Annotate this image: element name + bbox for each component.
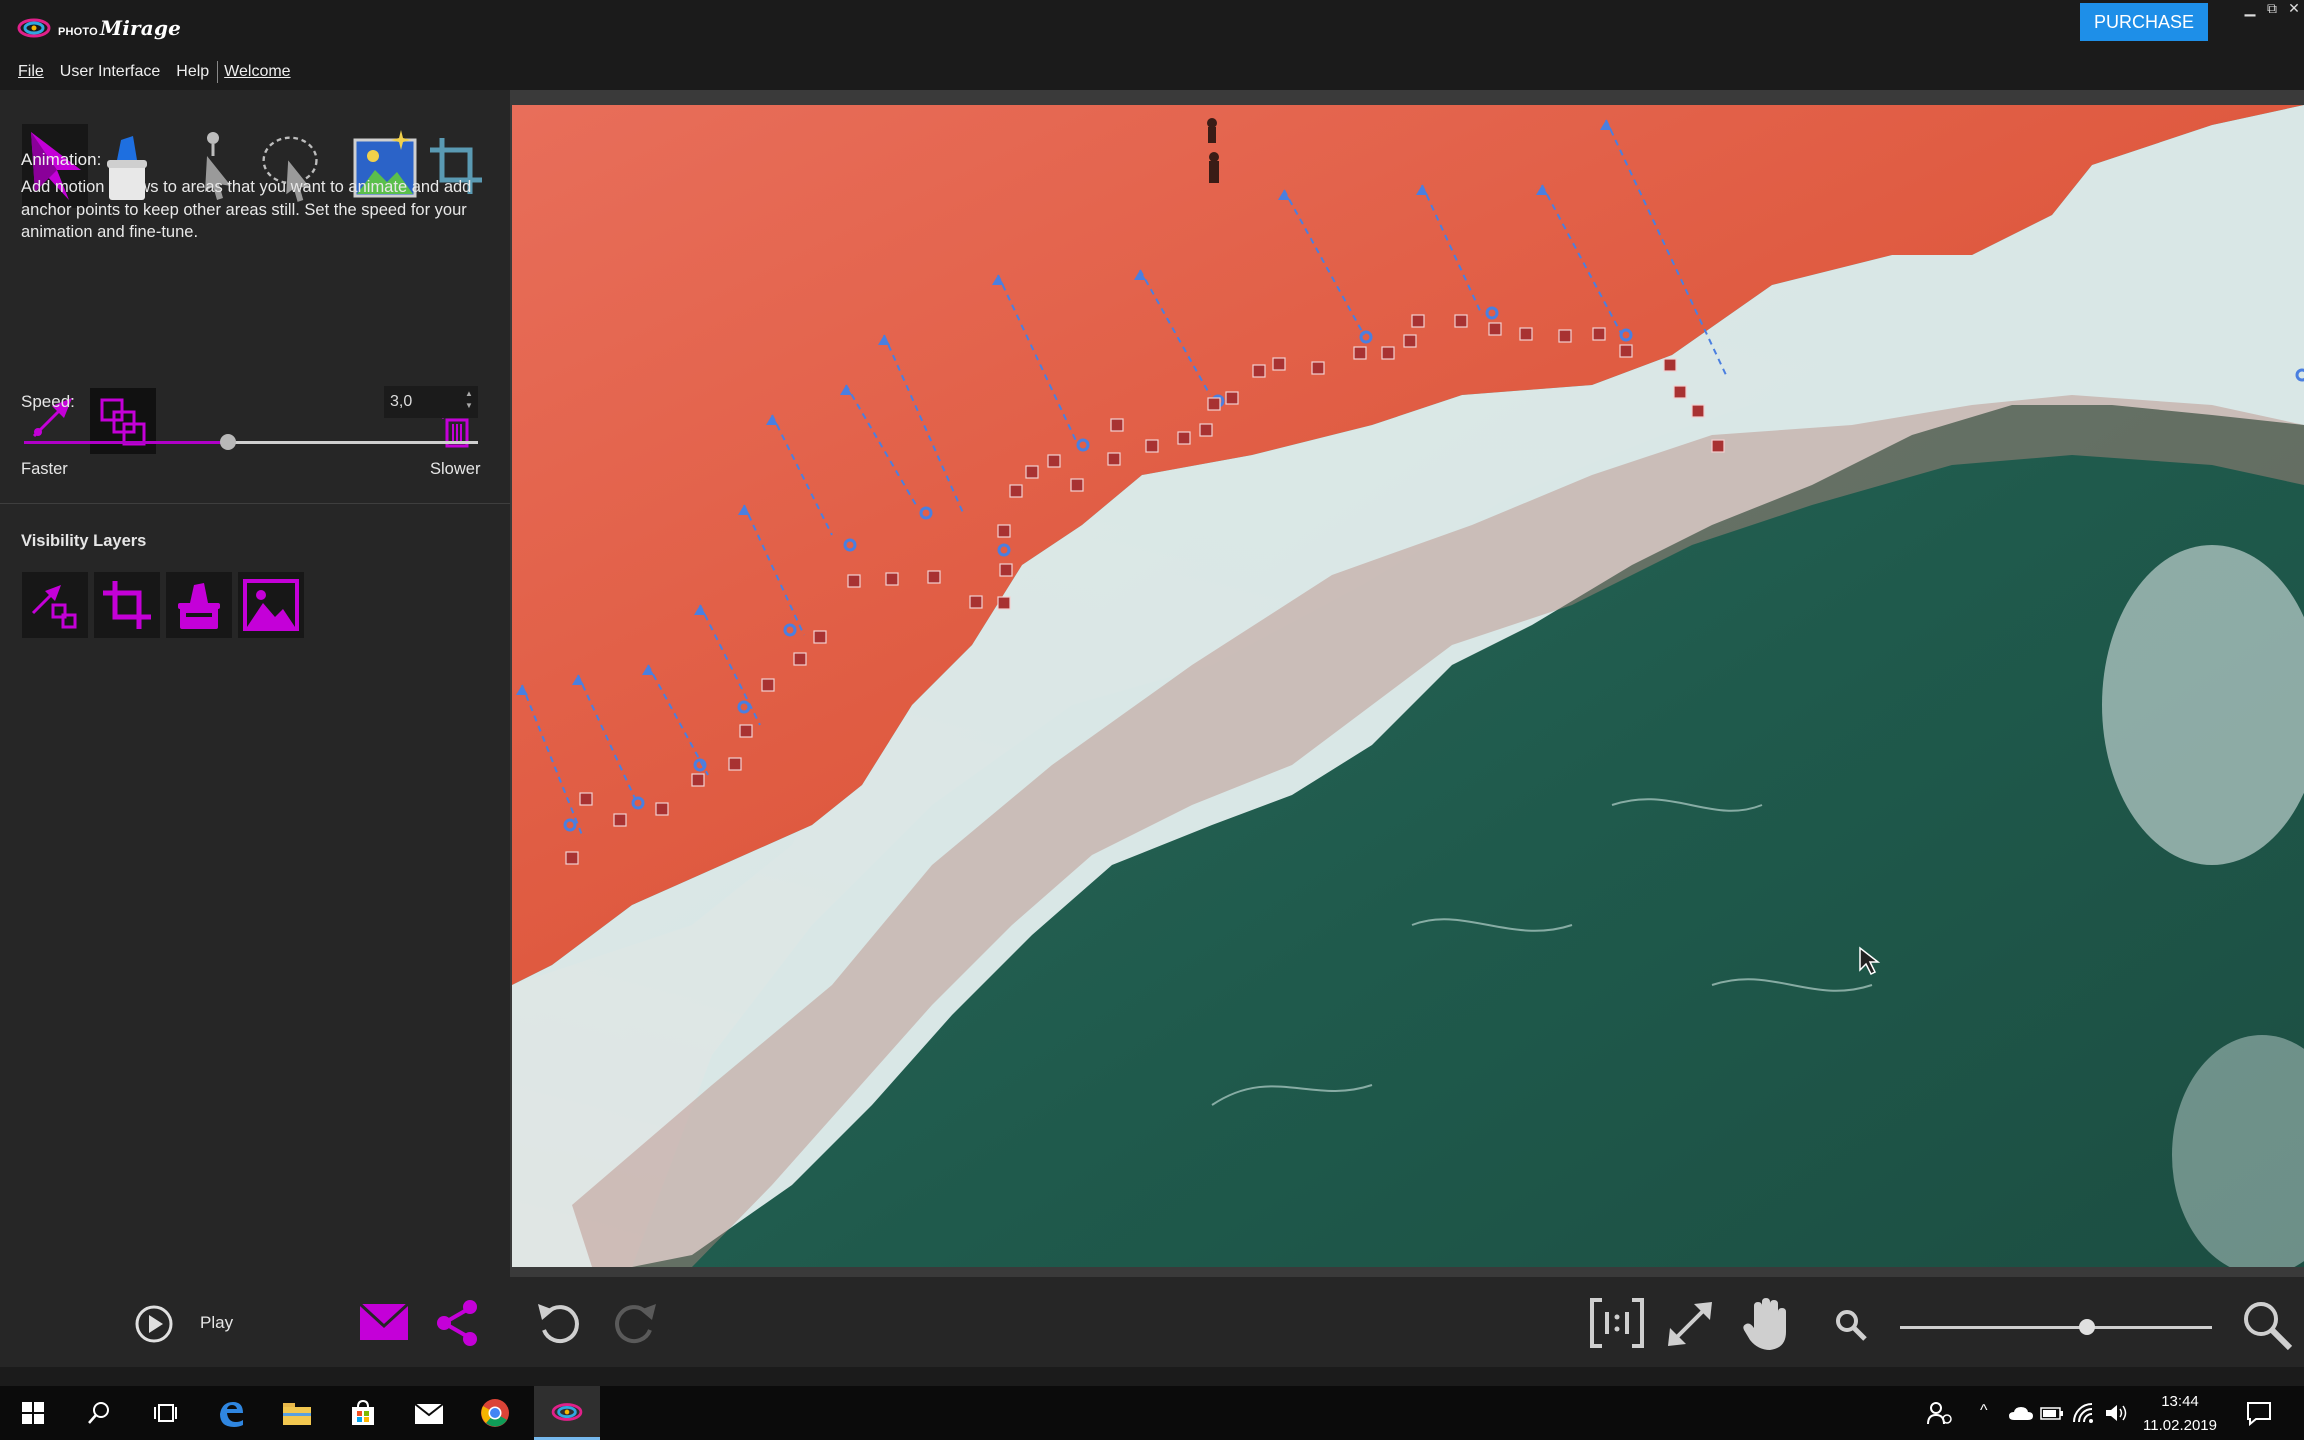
mask-layer-icon bbox=[178, 583, 220, 629]
share-button[interactable] bbox=[434, 1298, 480, 1348]
menu-welcome[interactable]: Welcome bbox=[224, 63, 290, 81]
zoom-in-icon bbox=[2244, 1302, 2293, 1351]
taskbar-clock[interactable]: 13:44 11.02.2019 bbox=[2130, 1390, 2230, 1438]
undo-button[interactable] bbox=[534, 1300, 584, 1346]
mouse-cursor-icon bbox=[1858, 946, 1882, 978]
actual-size-button[interactable] bbox=[1590, 1298, 1644, 1348]
speed-min-label: Faster bbox=[21, 460, 68, 478]
tool-panel bbox=[0, 90, 510, 1367]
play-label[interactable]: Play bbox=[200, 1313, 233, 1333]
people-icon[interactable] bbox=[1926, 1400, 1954, 1426]
close-icon[interactable]: ✕ bbox=[2284, 0, 2304, 16]
photomirage-logo-icon bbox=[17, 18, 51, 38]
menu-bar: File User Interface Help Welcome bbox=[0, 55, 510, 88]
search-icon bbox=[88, 1402, 109, 1424]
menu-user-interface[interactable]: User Interface bbox=[60, 63, 160, 81]
speed-slider-fill bbox=[24, 441, 229, 444]
app-logo: PHOTO Mirage bbox=[16, 12, 181, 44]
fit-to-screen-button[interactable] bbox=[1664, 1298, 1716, 1350]
notifications-icon[interactable] bbox=[2246, 1400, 2272, 1427]
speed-spinner[interactable]: ▲ ▼ bbox=[462, 388, 476, 416]
redo-icon bbox=[615, 1304, 656, 1344]
purchase-button[interactable]: PURCHASE bbox=[2080, 3, 2208, 41]
crop-layer-toggle[interactable] bbox=[94, 572, 160, 638]
bottom-toolbar bbox=[0, 1277, 2304, 1367]
zoom-slider-track[interactable] bbox=[1900, 1326, 2212, 1329]
volume-icon[interactable] bbox=[2104, 1402, 2128, 1424]
zoom-out-icon bbox=[1836, 1310, 1867, 1341]
speed-label: Speed: bbox=[21, 392, 75, 411]
task-view-icon bbox=[154, 1404, 177, 1422]
anchor-points-button[interactable] bbox=[90, 388, 156, 454]
store-icon bbox=[352, 1399, 374, 1425]
anchor-points-icon bbox=[100, 398, 146, 446]
email-icon bbox=[358, 1302, 410, 1340]
zoom-out-button[interactable] bbox=[1834, 1308, 1868, 1342]
zoom-in-button[interactable] bbox=[2240, 1298, 2294, 1352]
taskbar-file-explorer[interactable] bbox=[264, 1386, 330, 1440]
clock-time: 13:44 bbox=[2161, 1393, 2199, 1410]
beach-photo bbox=[512, 105, 2304, 1267]
windows-logo-icon bbox=[22, 1402, 44, 1424]
taskbar-mail[interactable] bbox=[396, 1386, 462, 1440]
task-view-button[interactable] bbox=[132, 1386, 198, 1440]
onedrive-icon[interactable] bbox=[2008, 1404, 2034, 1422]
panel-divider bbox=[0, 503, 510, 504]
taskbar-edge[interactable] bbox=[198, 1386, 264, 1440]
image-layer-icon bbox=[243, 579, 299, 631]
edge-browser-icon bbox=[220, 1402, 243, 1427]
menu-separator bbox=[217, 60, 219, 83]
start-button[interactable] bbox=[0, 1386, 66, 1440]
photo-canvas[interactable] bbox=[512, 105, 2304, 1267]
hand-icon bbox=[1743, 1298, 1786, 1350]
taskbar-chrome[interactable] bbox=[462, 1386, 528, 1440]
fit-to-screen-icon bbox=[1668, 1302, 1712, 1346]
visibility-layers-title: Visibility Layers bbox=[21, 532, 147, 550]
email-button[interactable] bbox=[358, 1300, 410, 1344]
actual-size-icon bbox=[1590, 1298, 1644, 1348]
image-layer-toggle[interactable] bbox=[238, 572, 304, 638]
arrows-layer-toggle[interactable] bbox=[22, 572, 88, 638]
speed-max-label: Slower bbox=[430, 460, 481, 478]
chrome-icon bbox=[481, 1399, 509, 1427]
chevron-up-icon[interactable]: ^ bbox=[1980, 1402, 1996, 1422]
wifi-icon[interactable] bbox=[2072, 1402, 2094, 1424]
mail-icon bbox=[414, 1403, 444, 1424]
play-button[interactable] bbox=[134, 1304, 174, 1344]
photomirage-taskbar-icon bbox=[551, 1402, 583, 1421]
play-icon bbox=[135, 1305, 173, 1343]
taskbar-photomirage[interactable] bbox=[534, 1386, 600, 1440]
title-bar bbox=[0, 0, 2304, 55]
arrows-layer-icon bbox=[31, 585, 77, 629]
share-icon bbox=[437, 1300, 477, 1346]
redo-button[interactable] bbox=[610, 1300, 660, 1346]
battery-icon[interactable] bbox=[2040, 1404, 2064, 1422]
pan-button[interactable] bbox=[1740, 1296, 1790, 1352]
animation-description: Add motion arrows to areas that you want… bbox=[21, 178, 472, 241]
app-name: PHOTO Mirage bbox=[58, 16, 182, 40]
menu-file[interactable]: File bbox=[18, 63, 44, 81]
crop-layer-icon bbox=[103, 581, 151, 629]
undo-icon bbox=[538, 1304, 579, 1344]
restore-icon[interactable]: ⧉ bbox=[2262, 0, 2282, 16]
taskbar-search[interactable] bbox=[66, 1386, 132, 1440]
minimize-icon[interactable]: ▁ bbox=[2240, 0, 2260, 16]
animation-title: Animation: bbox=[21, 150, 102, 169]
menu-help[interactable]: Help bbox=[176, 63, 209, 81]
folder-icon bbox=[283, 1403, 311, 1425]
taskbar-store[interactable] bbox=[330, 1386, 396, 1440]
clock-date: 11.02.2019 bbox=[2143, 1417, 2217, 1434]
mask-layer-toggle[interactable] bbox=[166, 572, 232, 638]
